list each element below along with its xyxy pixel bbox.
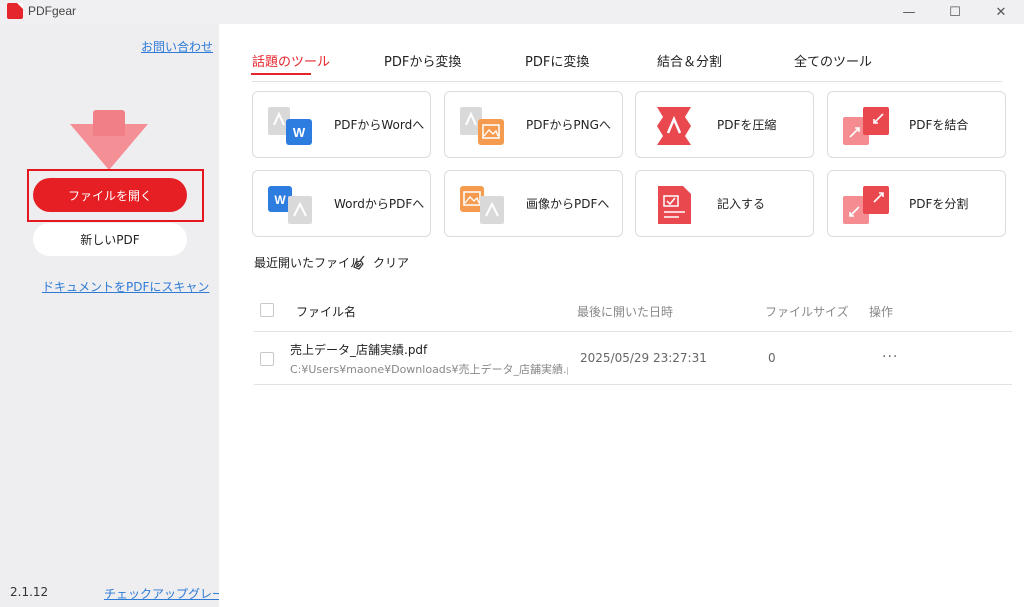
tool-pdf-to-png[interactable]: PDFからPNGへ: [444, 91, 623, 158]
tool-label: PDFからWordへ: [334, 118, 425, 132]
column-header-file-size[interactable]: ファイルサイズ: [765, 303, 849, 320]
tab-convert-from-pdf[interactable]: PDFから変換: [384, 51, 461, 70]
minimize-button[interactable]: —: [886, 0, 932, 24]
word-to-pdf-icon: W: [268, 186, 312, 224]
image-to-pdf-icon: [460, 186, 504, 224]
file-size: 0: [768, 351, 776, 365]
tab-merge-split[interactable]: 結合＆分割: [657, 51, 722, 70]
version-label: 2.1.12: [10, 585, 49, 599]
pdfgear-logo-icon: [7, 3, 23, 19]
maximize-button[interactable]: ☐: [932, 0, 978, 24]
tab-all-tools[interactable]: 全てのツール: [794, 51, 872, 70]
tool-word-to-pdf[interactable]: W WordからPDFへ: [252, 170, 431, 237]
tool-fill-form[interactable]: 記入する: [635, 170, 814, 237]
tool-image-to-pdf[interactable]: 画像からPDFへ: [444, 170, 623, 237]
new-pdf-button[interactable]: 新しいPDF: [33, 223, 187, 256]
close-button[interactable]: ✕: [978, 0, 1024, 24]
tool-label: PDFからPNGへ: [526, 118, 611, 132]
svg-text:W: W: [274, 193, 286, 207]
column-header-actions: 操作: [869, 305, 894, 319]
tab-popular-tools[interactable]: 話題のツール: [252, 51, 330, 70]
tool-merge-pdf[interactable]: PDFを結合: [827, 91, 1006, 158]
scan-to-pdf-link[interactable]: ドキュメントをPDFにスキャン: [42, 278, 209, 295]
tabs-divider: [252, 81, 1002, 82]
more-actions-icon[interactable]: ···: [882, 349, 898, 365]
clear-recent-button[interactable]: クリア: [373, 254, 409, 271]
split-pdf-icon: [843, 186, 889, 224]
tool-label: PDFを分割: [909, 197, 969, 211]
tool-tabs: 話題のツール PDFから変換 PDFに変換 結合＆分割 全てのツール: [252, 51, 1002, 81]
pdf-to-png-icon: [460, 107, 504, 145]
recent-table-header: ファイル名 最後に開いた日時 ファイルサイズ 操作: [254, 290, 1012, 332]
select-all-checkbox[interactable]: [260, 303, 274, 317]
down-arrow-icon: [66, 110, 152, 174]
fill-form-icon: [658, 186, 691, 224]
compress-pdf-icon: [657, 107, 691, 145]
tool-label: WordからPDFへ: [334, 197, 425, 211]
column-header-last-opened[interactable]: 最後に開いた日時: [577, 303, 673, 320]
column-header-file-name[interactable]: ファイル名: [296, 303, 356, 320]
row-checkbox[interactable]: [260, 352, 274, 366]
tool-pdf-to-word[interactable]: W PDFからWordへ: [252, 91, 431, 158]
file-name[interactable]: 売上データ_店舗実績.pdf: [290, 341, 427, 358]
tool-label: PDFを結合: [909, 118, 969, 132]
last-opened-date: 2025/05/29 23:27:31: [580, 351, 707, 365]
table-row[interactable]: 売上データ_店舗実績.pdf C:¥Users¥maone¥Downloads¥…: [254, 333, 1012, 385]
tool-split-pdf[interactable]: PDFを分割: [827, 170, 1006, 237]
pdf-to-word-icon: W: [268, 107, 312, 145]
title-bar: PDFgear — ☐ ✕: [0, 0, 1024, 24]
broom-icon[interactable]: [352, 254, 368, 270]
app-title: PDFgear: [28, 4, 77, 18]
main-panel: 話題のツール PDFから変換 PDFに変換 結合＆分割 全てのツール W PDF…: [219, 24, 1024, 607]
sidebar: お問い合わせ ファイルを開く 新しいPDF ドキュメントをPDFにスキャン 2.…: [0, 24, 236, 607]
tool-label: PDFを圧縮: [717, 118, 777, 132]
tool-label: 記入する: [717, 197, 766, 211]
merge-pdf-icon: [843, 107, 889, 145]
tab-convert-to-pdf[interactable]: PDFに変換: [525, 51, 589, 70]
tool-compress-pdf[interactable]: PDFを圧縮: [635, 91, 814, 158]
contact-link[interactable]: お問い合わせ: [141, 38, 213, 55]
active-tab-indicator: [251, 73, 311, 75]
open-file-button[interactable]: ファイルを開く: [33, 178, 187, 212]
file-path: C:¥Users¥maone¥Downloads¥売上データ_店舗実績.pdf: [290, 363, 568, 376]
tool-label: 画像からPDFへ: [526, 197, 610, 211]
recent-files-title: 最近開いたファイル: [254, 256, 363, 270]
svg-text:W: W: [293, 125, 306, 140]
check-upgrade-link[interactable]: チェックアップグレード: [104, 585, 236, 602]
